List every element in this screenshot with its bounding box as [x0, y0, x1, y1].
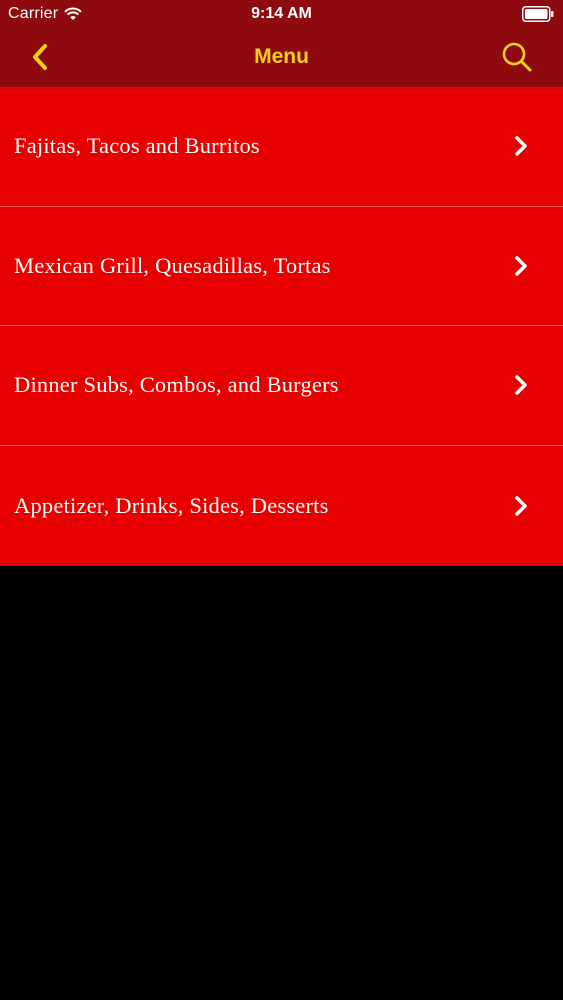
- menu-item-dinner-subs[interactable]: Dinner Subs, Combos, and Burgers: [0, 326, 563, 446]
- chevron-right-icon: [515, 256, 527, 276]
- top-bar: Carrier 9:14 AM Menu: [0, 0, 563, 87]
- chevron-right-icon: [515, 495, 527, 516]
- menu-item-fajitas[interactable]: Fajitas, Tacos and Burritos: [0, 87, 563, 207]
- menu-item-label: Mexican Grill, Quesadillas, Tortas: [14, 252, 331, 278]
- search-icon: [502, 42, 532, 72]
- menu-item-mexican-grill[interactable]: Mexican Grill, Quesadillas, Tortas: [0, 206, 563, 326]
- status-time: 9:14 AM: [251, 5, 312, 22]
- navigation-bar: Menu: [0, 29, 563, 87]
- menu-item-label: Appetizer, Drinks, Sides, Desserts: [14, 492, 329, 518]
- menu-list: Fajitas, Tacos and Burritos Mexican Gril…: [0, 87, 563, 566]
- menu-item-appetizers[interactable]: Appetizer, Drinks, Sides, Desserts: [0, 445, 563, 566]
- page-title: Menu: [254, 45, 309, 68]
- status-bar: Carrier 9:14 AM: [0, 0, 563, 29]
- menu-item-label: Fajitas, Tacos and Burritos: [14, 133, 260, 159]
- search-button[interactable]: [499, 39, 535, 75]
- chevron-right-icon: [515, 375, 527, 395]
- screen: Carrier 9:14 AM Menu Fajitas, Tacos and …: [0, 0, 563, 1000]
- battery-icon: [522, 6, 554, 22]
- menu-item-label: Dinner Subs, Combos, and Burgers: [14, 372, 339, 398]
- chevron-right-icon: [515, 136, 527, 156]
